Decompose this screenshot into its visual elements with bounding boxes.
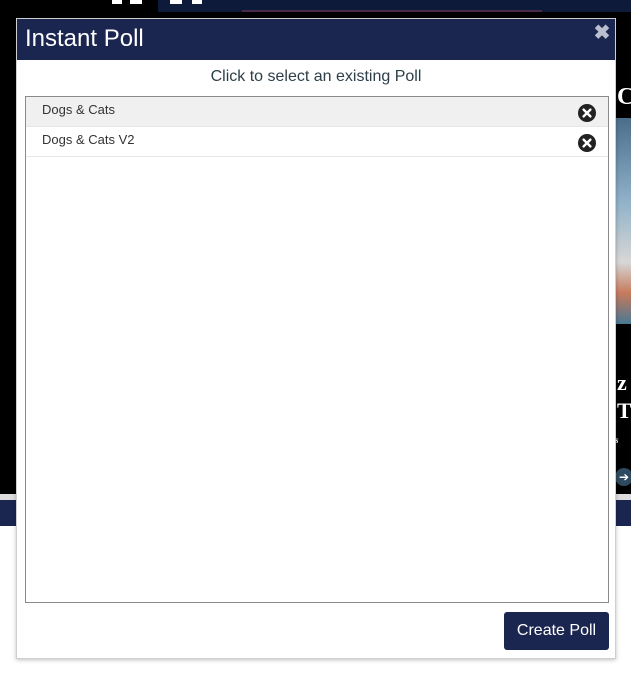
poll-name: Dogs & Cats (42, 102, 115, 117)
modal-subtitle: Click to select an existing Poll (210, 68, 422, 85)
poll-list[interactable]: Dogs & Cats Dogs & Cats V2 (25, 96, 609, 603)
poll-list-item[interactable]: Dogs & Cats (26, 97, 608, 127)
create-poll-button[interactable]: Create Poll (504, 612, 609, 650)
arrow-right-icon: ➔ (615, 468, 631, 486)
close-icon[interactable]: ✖ (592, 23, 612, 43)
modal-header: Instant Poll ✖ (17, 19, 615, 60)
modal-title: Instant Poll (25, 25, 144, 52)
poll-name: Dogs & Cats V2 (42, 132, 135, 147)
delete-circle-x-icon[interactable] (578, 104, 596, 122)
background-top-bar (0, 0, 631, 18)
instant-poll-modal: Instant Poll ✖ Click to select an existi… (16, 18, 616, 659)
delete-circle-x-icon[interactable] (578, 134, 596, 152)
poll-list-item[interactable]: Dogs & Cats V2 (26, 127, 608, 157)
